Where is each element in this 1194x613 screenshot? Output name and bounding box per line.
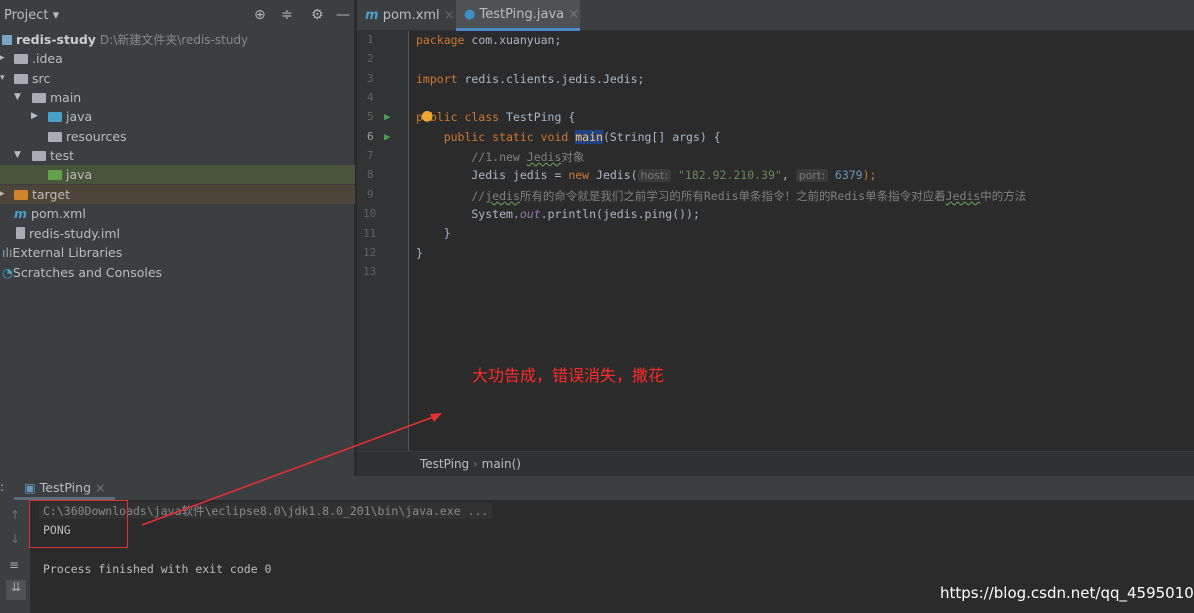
annotation-arrow [141, 413, 442, 526]
watermark: https://blog.csdn.net/qq_45950109 [940, 584, 1194, 602]
